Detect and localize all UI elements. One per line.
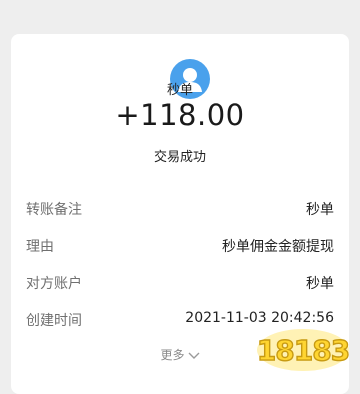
detail-value: 秒单 (306, 276, 334, 292)
detail-label: 转账备注 (26, 202, 82, 218)
transaction-status: 交易成功 (153, 150, 206, 165)
detail-row-transfer-note: 转账备注 秒单 (26, 199, 334, 219)
transaction-amount: +118.00 (115, 98, 245, 132)
payee-name: 秒单 (166, 83, 193, 98)
more-label: 更多 (160, 348, 185, 362)
watermark-logo: 18183 (252, 322, 354, 374)
detail-value: 秒单佣金金额提现 (222, 239, 334, 255)
watermark-text: 18183 (257, 334, 349, 367)
detail-label: 创建时间 (26, 313, 82, 329)
detail-row-counterparty: 对方账户 秒单 (26, 273, 334, 293)
chevron-down-icon (188, 349, 200, 363)
detail-label: 对方账户 (26, 276, 82, 292)
detail-label: 理由 (26, 239, 54, 255)
detail-row-reason: 理由 秒单佣金金额提现 (26, 236, 334, 256)
detail-value: 秒单 (306, 202, 334, 218)
